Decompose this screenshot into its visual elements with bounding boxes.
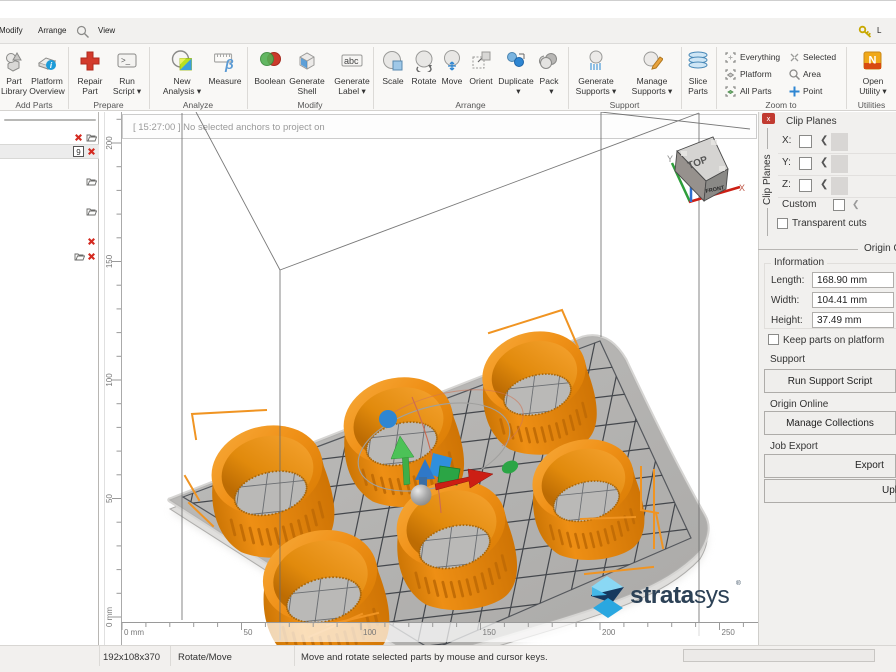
- svg-text:β: β: [224, 56, 234, 72]
- svg-text:Y: Y: [667, 154, 673, 164]
- svg-text:sys: sys: [694, 582, 730, 609]
- svg-text:50: 50: [244, 628, 253, 637]
- svg-text:200: 200: [105, 136, 114, 150]
- svg-text:250: 250: [722, 628, 736, 637]
- svg-text:>_: >_: [121, 56, 131, 65]
- svg-text:strata: strata: [630, 582, 695, 609]
- svg-text:150: 150: [105, 254, 114, 268]
- svg-text:abc: abc: [344, 56, 359, 66]
- svg-text:0 mm: 0 mm: [124, 628, 144, 637]
- svg-text:0 mm: 0 mm: [105, 607, 114, 627]
- svg-text:N: N: [869, 55, 877, 67]
- svg-text:50: 50: [105, 494, 114, 503]
- svg-text:150: 150: [483, 628, 497, 637]
- svg-text:200: 200: [602, 628, 616, 637]
- svg-text:X: X: [739, 183, 745, 193]
- svg-text:[ 15:27:00 ] No selected ancho: [ 15:27:00 ] No selected anchors to proj…: [133, 122, 325, 133]
- svg-text:®: ®: [736, 579, 741, 587]
- svg-text:100: 100: [105, 373, 114, 387]
- svg-text:100: 100: [363, 628, 377, 637]
